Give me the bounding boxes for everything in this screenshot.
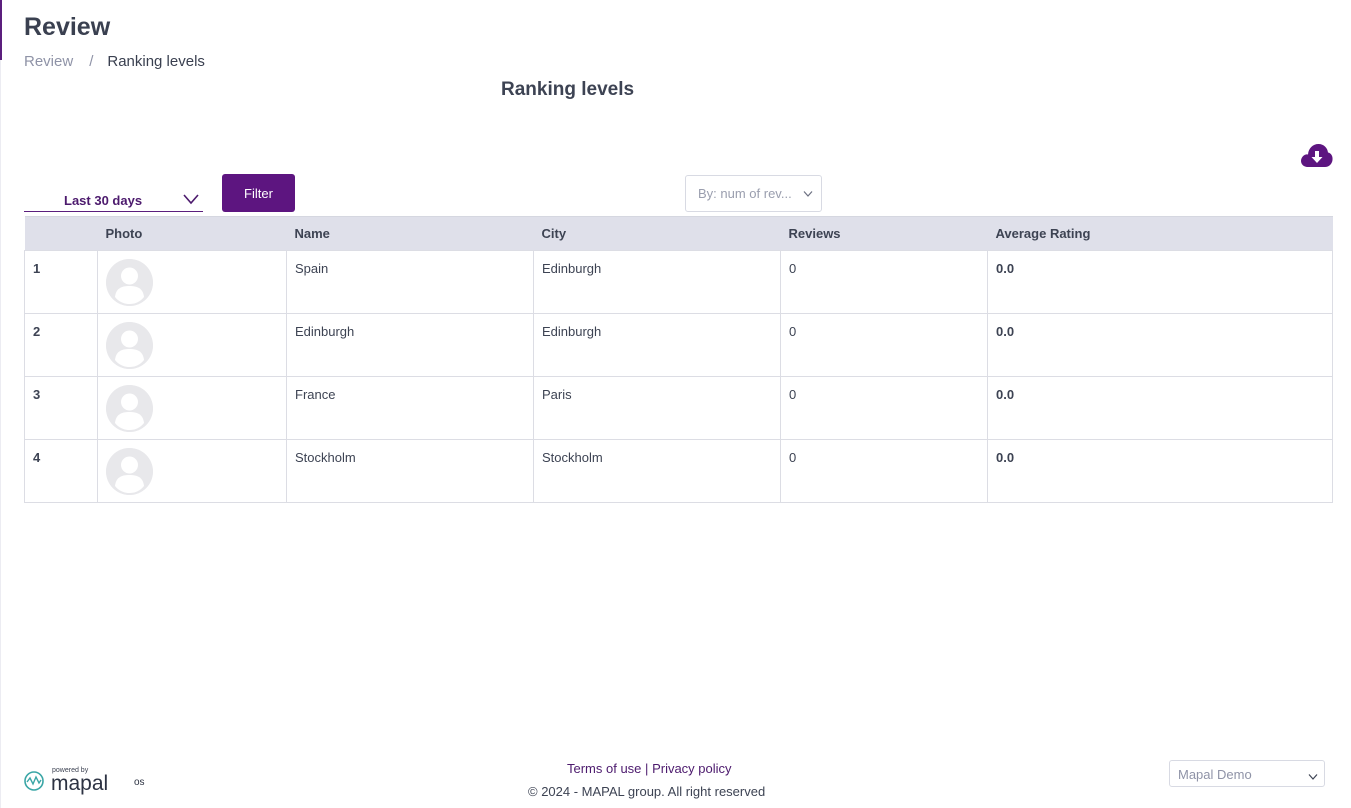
avatar-placeholder-icon xyxy=(106,259,153,306)
footer-links: Terms of use | Privacy policy xyxy=(567,761,732,776)
chevron-down-icon xyxy=(1308,774,1318,780)
chevron-down-icon xyxy=(803,191,813,197)
photo-cell xyxy=(97,376,287,440)
left-accent-bar xyxy=(0,0,2,60)
name-cell: Edinburgh xyxy=(286,313,534,377)
reviews-cell: 0 xyxy=(780,250,988,314)
breadcrumb: Review / Ranking levels xyxy=(24,53,205,70)
photo-cell xyxy=(97,313,287,377)
column-header-city[interactable]: City xyxy=(533,216,781,251)
ranking-table: Photo Name City Reviews Average Rating 1… xyxy=(24,216,1333,503)
breadcrumb-separator: / xyxy=(89,53,94,70)
sort-select-value: By: num of rev... xyxy=(698,186,792,201)
column-header-name[interactable]: Name xyxy=(286,216,534,251)
footer-links-separator: | xyxy=(645,761,649,776)
city-cell: Paris xyxy=(533,376,781,440)
filter-button[interactable]: Filter xyxy=(222,174,295,212)
sort-select[interactable]: By: num of rev... xyxy=(685,175,822,212)
date-range-value: Last 30 days xyxy=(64,193,143,208)
column-header-photo: Photo xyxy=(97,216,287,251)
reviews-cell: 0 xyxy=(780,313,988,377)
photo-cell xyxy=(97,250,287,314)
rank-cell: 1 xyxy=(24,250,98,314)
average-rating-cell: 0.0 xyxy=(987,439,1333,503)
avatar-placeholder-icon xyxy=(106,322,153,369)
cloud-download-icon xyxy=(1301,144,1333,167)
avatar-placeholder-icon xyxy=(106,385,153,432)
name-cell: France xyxy=(286,376,534,440)
download-button[interactable] xyxy=(1300,142,1333,168)
section-title: Ranking levels xyxy=(501,79,635,100)
reviews-cell: 0 xyxy=(780,376,988,440)
reviews-cell: 0 xyxy=(780,439,988,503)
terms-of-use-link[interactable]: Terms of use xyxy=(567,761,641,776)
city-cell: Edinburgh xyxy=(533,313,781,377)
name-cell: Spain xyxy=(286,250,534,314)
column-header-rank xyxy=(24,216,98,251)
city-cell: Stockholm xyxy=(533,439,781,503)
mapal-logo: powered by mapal os xyxy=(24,764,154,798)
breadcrumb-current: Ranking levels xyxy=(107,53,205,70)
city-cell: Edinburgh xyxy=(533,250,781,314)
photo-cell xyxy=(97,439,287,503)
table-row[interactable]: 2 Edinburgh Edinburgh 0 0.0 xyxy=(24,313,1333,377)
logo-brand: mapal xyxy=(51,772,108,795)
column-header-average-rating[interactable]: Average Rating xyxy=(987,216,1333,251)
table-row[interactable]: 3 France Paris 0 0.0 xyxy=(24,376,1333,440)
logo-suffix: os xyxy=(134,777,145,788)
mapal-wave-icon xyxy=(24,771,44,791)
copyright-text: © 2024 - MAPAL group. All right reserved xyxy=(528,784,766,799)
table-row[interactable]: 4 Stockholm Stockholm 0 0.0 xyxy=(24,439,1333,503)
chevron-down-icon xyxy=(183,194,199,205)
privacy-policy-link[interactable]: Privacy policy xyxy=(652,761,731,776)
date-range-select[interactable]: Last 30 days xyxy=(24,190,203,212)
average-rating-cell: 0.0 xyxy=(987,313,1333,377)
column-header-reviews[interactable]: Reviews xyxy=(780,216,988,251)
avatar-placeholder-icon xyxy=(106,448,153,495)
average-rating-cell: 0.0 xyxy=(987,376,1333,440)
table-row[interactable]: 1 Spain Edinburgh 0 0.0 xyxy=(24,250,1333,314)
rank-cell: 3 xyxy=(24,376,98,440)
page-title: Review xyxy=(24,13,111,41)
name-cell: Stockholm xyxy=(286,439,534,503)
table-header-row: Photo Name City Reviews Average Rating xyxy=(24,216,1333,251)
account-select-value: Mapal Demo xyxy=(1178,767,1252,782)
average-rating-cell: 0.0 xyxy=(987,250,1333,314)
rank-cell: 4 xyxy=(24,439,98,503)
rank-cell: 2 xyxy=(24,313,98,377)
account-select[interactable]: Mapal Demo xyxy=(1169,760,1325,787)
breadcrumb-review-link[interactable]: Review xyxy=(24,53,73,70)
left-border xyxy=(0,60,1,808)
